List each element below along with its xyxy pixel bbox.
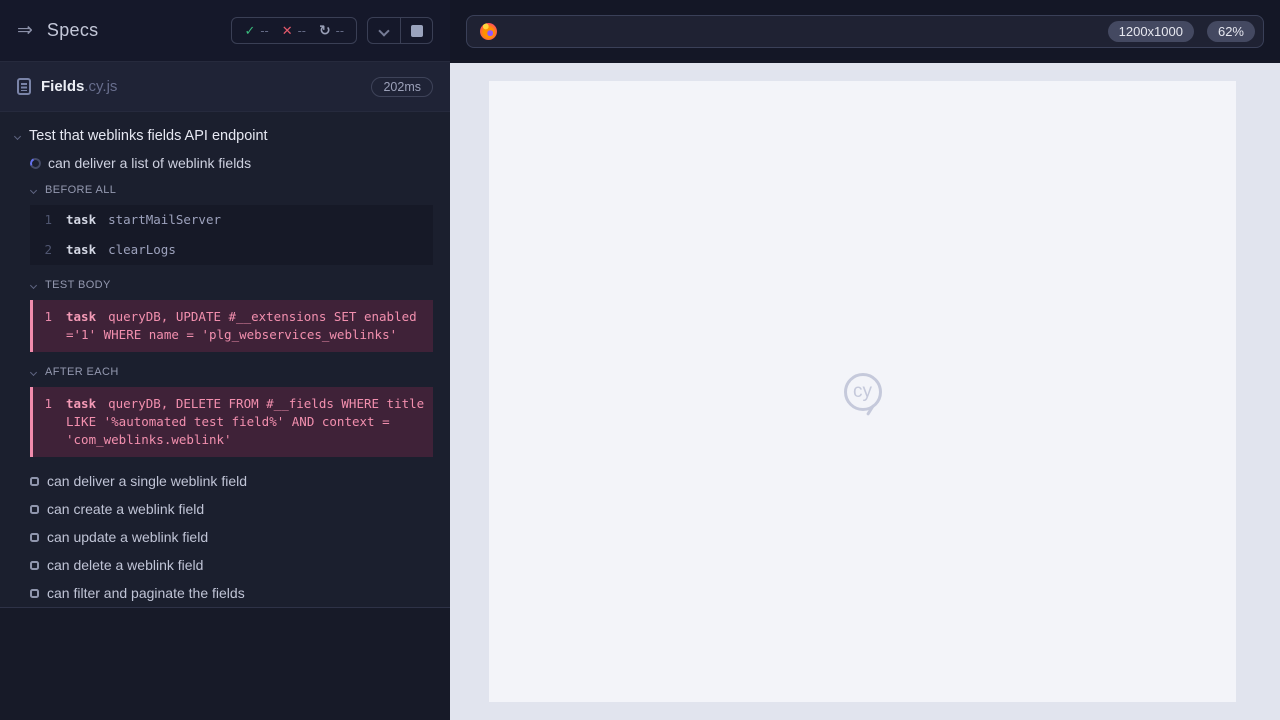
spec-file-ext: .cy.js <box>84 78 118 95</box>
command-row-pinned[interactable]: 1 task queryDB, UPDATE #__extensions SET … <box>33 300 433 352</box>
x-icon: ✕ <box>281 22 293 38</box>
command-row[interactable]: 2 task clearLogs <box>30 235 433 265</box>
pending-square-icon <box>30 588 39 598</box>
command-block-before-all: 1 task startMailServer 2 task clearLogs <box>30 205 433 265</box>
command-row-pinned[interactable]: 1 task queryDB, DELETE FROM #__fields WHE… <box>33 387 433 457</box>
zoom-level-badge: 62% <box>1206 20 1255 43</box>
command-message: clearLogs <box>108 242 176 257</box>
running-spinner-icon <box>28 155 43 171</box>
command-content: task queryDB, DELETE FROM #__fields WHERE… <box>66 395 425 449</box>
stat-passed: ✓ -- <box>244 23 268 39</box>
run-controls <box>367 17 433 44</box>
page-title: Specs <box>46 20 99 40</box>
section-label: AFTER EACH <box>45 366 119 378</box>
spec-file-name: Fields <box>41 78 85 95</box>
pending-square-icon <box>30 504 39 514</box>
stat-running: ↻ -- <box>319 22 344 39</box>
stat-passed-count: -- <box>260 23 269 38</box>
pending-test-row[interactable]: can filter and paginate the fields <box>0 579 450 607</box>
pending-test-row[interactable]: can deliver a single weblink field <box>0 467 450 495</box>
section-label: TEST BODY <box>45 279 111 291</box>
reporter-sidebar: ⇒ Specs ✓ -- ✕ -- ↻ -- Fields .cy.js 202… <box>0 0 450 720</box>
stop-run-button[interactable] <box>400 18 432 43</box>
sidebar-toggle-icon[interactable]: ⇒ <box>17 21 33 40</box>
pending-test-label: can delete a weblink field <box>47 557 204 573</box>
stat-failed-count: -- <box>297 23 306 38</box>
refresh-icon: ↻ <box>318 22 331 38</box>
pending-test-label: can deliver a single weblink field <box>47 473 247 489</box>
pending-test-list: can deliver a single weblink field can c… <box>0 467 450 607</box>
runner-topbar: 1200x1000 62% <box>450 0 1280 63</box>
test-tree: Test that weblinks fields API endpoint c… <box>0 112 450 608</box>
stop-square-icon <box>410 24 423 37</box>
pending-test-label: can update a weblink field <box>47 529 209 545</box>
command-message: startMailServer <box>108 212 221 227</box>
cypress-watermark-icon: cy <box>843 372 882 411</box>
section-label: BEFORE ALL <box>45 184 117 196</box>
command-method: task <box>66 212 97 227</box>
command-block-test-body: 1 task queryDB, UPDATE #__extensions SET … <box>30 300 433 352</box>
pending-test-row[interactable]: can update a weblink field <box>0 523 450 551</box>
spec-duration-badge: 202ms <box>371 76 433 97</box>
command-number: 1 <box>44 212 52 227</box>
command-number: 2 <box>44 242 52 257</box>
chevron-down-icon <box>378 24 390 37</box>
spec-file-icon <box>17 78 31 95</box>
section-header-before-all[interactable]: BEFORE ALL <box>0 178 450 202</box>
command-content: task queryDB, UPDATE #__extensions SET en… <box>66 308 425 344</box>
spec-file-row[interactable]: Fields .cy.js 202ms <box>0 62 450 112</box>
stat-running-count: -- <box>335 23 344 38</box>
runner-stage: 1200x1000 62% cy <box>450 0 1280 720</box>
command-number: 1 <box>44 309 52 324</box>
firefox-icon <box>480 23 497 40</box>
chevron-down-icon <box>13 132 22 140</box>
section-header-after-each[interactable]: AFTER EACH <box>0 360 450 384</box>
pending-test-label: can create a weblink field <box>47 501 205 517</box>
reporter-header: ⇒ Specs ✓ -- ✕ -- ↻ -- <box>0 0 450 62</box>
stat-failed: ✕ -- <box>282 23 306 39</box>
command-content: task clearLogs <box>66 241 425 259</box>
command-number: 1 <box>44 396 52 411</box>
chevron-down-icon <box>29 368 38 376</box>
cypress-watermark-text: cy <box>853 380 872 402</box>
url-bar[interactable]: 1200x1000 62% <box>466 15 1264 48</box>
command-method: task <box>66 396 97 411</box>
pending-square-icon <box>30 532 39 542</box>
check-icon: ✓ <box>244 22 256 38</box>
chevron-down-icon <box>29 186 38 194</box>
command-method: task <box>66 242 97 257</box>
command-method: task <box>66 309 97 324</box>
pending-test-row[interactable]: can delete a weblink field <box>0 551 450 579</box>
running-test-row[interactable]: can deliver a list of weblink fields <box>0 148 450 178</box>
command-message: queryDB, UPDATE #__extensions SET enable… <box>66 309 417 342</box>
section-header-test-body[interactable]: TEST BODY <box>0 273 450 297</box>
pending-square-icon <box>30 560 39 570</box>
app-viewport: cy <box>489 81 1236 702</box>
pending-test-row[interactable]: can create a weblink field <box>0 495 450 523</box>
running-test-label: can deliver a list of weblink fields <box>48 155 252 171</box>
command-message: queryDB, DELETE FROM #__fields WHERE tit… <box>66 396 425 447</box>
chevron-down-icon <box>29 281 38 289</box>
viewport-size-badge: 1200x1000 <box>1107 20 1194 43</box>
command-content: task startMailServer <box>66 211 425 229</box>
test-stats: ✓ -- ✕ -- ↻ -- <box>231 17 357 44</box>
pending-test-label: can filter and paginate the fields <box>47 585 245 601</box>
collapse-all-button[interactable] <box>368 18 400 43</box>
command-row[interactable]: 1 task startMailServer <box>30 205 433 235</box>
suite-title: Test that weblinks fields API endpoint <box>29 128 268 144</box>
command-block-after-each: 1 task queryDB, DELETE FROM #__fields WHE… <box>30 387 433 457</box>
pending-square-icon <box>30 476 39 486</box>
reporter-empty-area <box>0 608 450 720</box>
suite-header[interactable]: Test that weblinks fields API endpoint <box>0 124 450 148</box>
